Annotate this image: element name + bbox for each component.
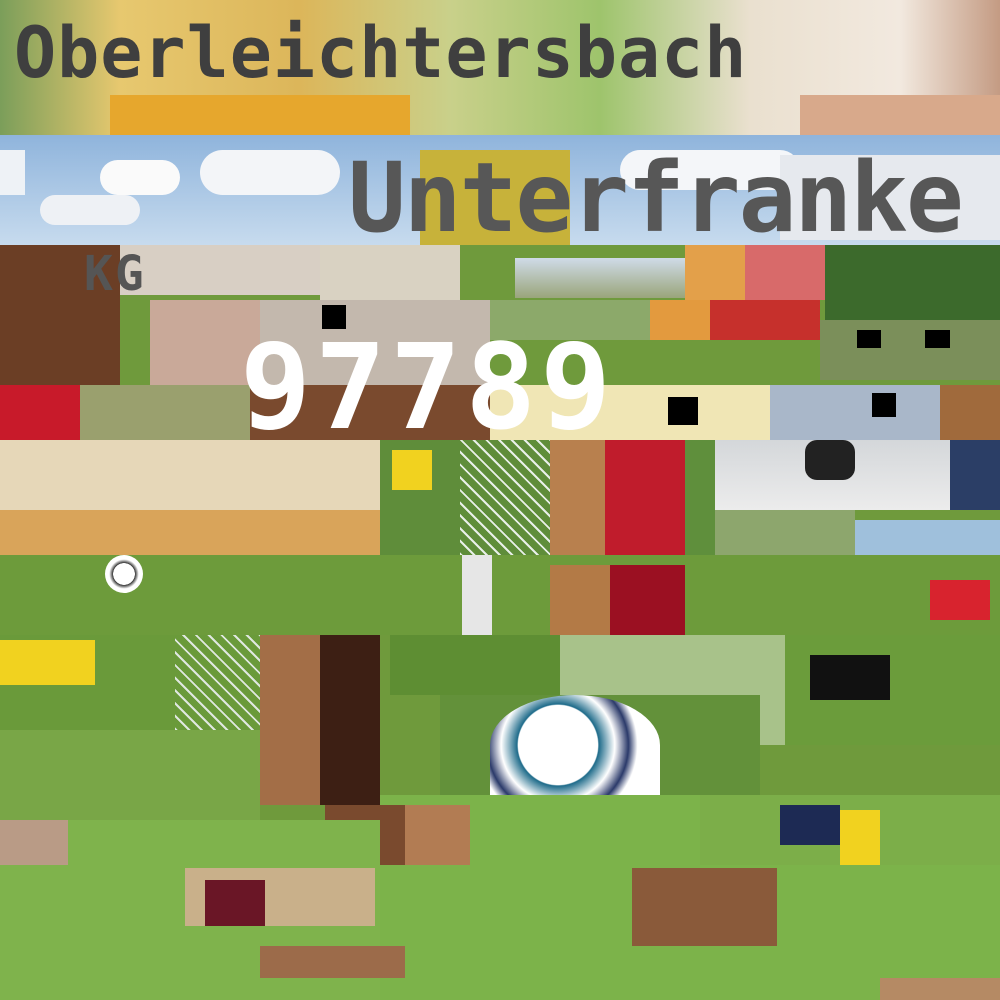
goal-net-tile xyxy=(175,635,260,730)
football-closeup xyxy=(490,695,660,795)
brown-tile xyxy=(940,385,1000,440)
skin-closeup-tile xyxy=(260,635,320,805)
yellow-kit xyxy=(840,810,880,865)
woman-portrait-tile xyxy=(0,820,68,865)
table-wood xyxy=(0,510,380,555)
goal-net-tile xyxy=(460,440,550,555)
yellow-kit xyxy=(0,640,95,685)
black-kit xyxy=(810,655,890,700)
cloud xyxy=(200,150,340,195)
red-sock-tile xyxy=(605,440,685,555)
dark-closeup-tile xyxy=(320,635,380,805)
legs-tile xyxy=(715,510,855,560)
beer-highlight xyxy=(110,95,410,135)
red-sock-tile xyxy=(610,565,685,635)
foam-highlight xyxy=(800,95,1000,135)
skin-tile xyxy=(550,565,610,635)
banner-tile xyxy=(855,520,1000,560)
football xyxy=(105,555,143,593)
kg-text: KG xyxy=(84,246,146,302)
censor-square xyxy=(872,393,896,417)
pitch-tile xyxy=(685,440,715,555)
pitch-tile xyxy=(390,635,560,695)
cloud xyxy=(100,160,180,195)
motorbike xyxy=(805,440,855,480)
orange-tile xyxy=(650,300,710,340)
red-shorts xyxy=(930,580,990,620)
wall-tile xyxy=(120,245,320,295)
red-tile xyxy=(0,385,80,440)
map-tile xyxy=(320,245,460,305)
player-shirt xyxy=(392,450,432,490)
blue-chair-tile xyxy=(950,440,1000,510)
spectators-tile xyxy=(820,320,1000,380)
red-tile xyxy=(710,300,820,340)
skin-tile xyxy=(550,440,605,555)
skin-closeup-tile xyxy=(405,805,470,865)
bottom-edge-tile xyxy=(880,978,1000,1000)
trees-tile xyxy=(825,245,1000,320)
spectators-tile xyxy=(770,385,940,440)
censor-square xyxy=(925,330,950,348)
title-text: Oberleichtersbach xyxy=(14,12,748,94)
postal-code-text: 97789 xyxy=(240,318,616,456)
flag-banner xyxy=(0,150,25,195)
censor-square xyxy=(857,330,881,348)
region-text: Unterfranke xyxy=(348,142,964,254)
village-tile xyxy=(515,258,685,298)
cloud xyxy=(40,195,140,225)
pitch-tile xyxy=(0,555,1000,635)
road-tile xyxy=(80,385,250,440)
maroon-kit xyxy=(205,880,265,926)
goal-post-tile xyxy=(462,555,492,635)
brown-closeup-tile xyxy=(260,946,405,978)
navy-shorts xyxy=(780,805,840,845)
brown-closeup-tile xyxy=(632,868,777,946)
pitch-tile xyxy=(0,730,260,820)
censor-square xyxy=(668,397,698,425)
